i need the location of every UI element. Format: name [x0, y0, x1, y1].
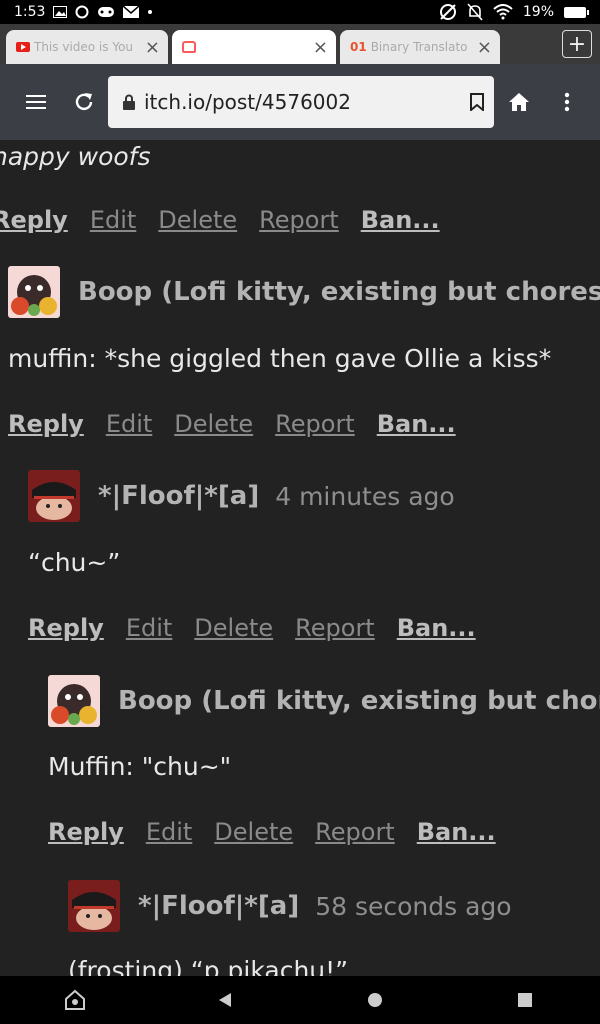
- tab-itch[interactable]: ×: [172, 30, 336, 64]
- reload-icon: [75, 93, 93, 111]
- new-tab-button[interactable]: +: [562, 30, 592, 58]
- reply-link[interactable]: Reply: [8, 410, 84, 438]
- avatar[interactable]: [28, 470, 80, 522]
- report-link[interactable]: Report: [315, 818, 395, 846]
- wifi-icon: [493, 4, 513, 20]
- hamburger-icon: [26, 95, 46, 109]
- comment-text: (frosting) “p pikachu!”: [68, 956, 349, 976]
- comment-header: *|Floof|*[a] 4 minutes ago: [28, 470, 455, 522]
- tab-binary-translator[interactable]: 01 Binary Translato ×: [340, 30, 500, 64]
- itch-icon: [182, 41, 196, 53]
- ban-link[interactable]: Ban...: [377, 410, 456, 438]
- back-button[interactable]: [205, 980, 245, 1020]
- close-icon[interactable]: ×: [470, 37, 492, 58]
- delete-link[interactable]: Delete: [158, 206, 237, 234]
- ban-link[interactable]: Ban...: [397, 614, 476, 642]
- avatar[interactable]: [68, 880, 120, 932]
- ban-link[interactable]: Ban...: [417, 818, 496, 846]
- status-time: 1:53: [14, 4, 46, 20]
- overflow-menu-button[interactable]: [543, 78, 591, 126]
- status-right: 19%: [439, 3, 589, 21]
- status-bar: 1:53 19%: [0, 0, 600, 24]
- reply-link[interactable]: Reply: [0, 206, 68, 234]
- comment-header: Boop (Lofi kitty, existing but chores): [48, 675, 600, 727]
- tab-title: Binary Translato: [370, 40, 468, 54]
- comment-actions: Reply Edit Delete Report Ban...: [8, 410, 456, 438]
- delete-link[interactable]: Delete: [174, 410, 253, 438]
- address-bar[interactable]: itch.io/post/4576002: [108, 76, 494, 128]
- youtube-icon: [16, 42, 30, 52]
- home-icon: [509, 93, 529, 111]
- comment-text: happy woofs: [0, 142, 151, 171]
- report-link[interactable]: Report: [275, 410, 355, 438]
- edit-link[interactable]: Edit: [126, 614, 172, 642]
- home-assistant-icon: [65, 989, 85, 1010]
- report-link[interactable]: Report: [295, 614, 375, 642]
- comment-author[interactable]: Boop (Lofi kitty, existing but chores): [118, 686, 600, 716]
- close-icon[interactable]: ×: [138, 37, 160, 58]
- home-button[interactable]: [495, 78, 543, 126]
- report-link[interactable]: Report: [259, 206, 339, 234]
- avatar[interactable]: [48, 675, 100, 727]
- edit-link[interactable]: Edit: [106, 410, 152, 438]
- url-text: itch.io/post/4576002: [144, 90, 351, 114]
- comment-timestamp[interactable]: 4 minutes ago: [275, 482, 454, 511]
- tab-strip: This video is You × × 01 Binary Translat…: [0, 24, 600, 64]
- data-saver-off-icon: [439, 3, 457, 21]
- page-content: happy woofs Reply Edit Delete Report Ban…: [0, 140, 600, 976]
- comment-actions: Reply Edit Delete Report Ban...: [0, 206, 440, 234]
- comment-actions: Reply Edit Delete Report Ban...: [28, 614, 476, 642]
- comment-actions: Reply Edit Delete Report Ban...: [48, 818, 496, 846]
- ban-link[interactable]: Ban...: [361, 206, 440, 234]
- gamepad-icon: [97, 6, 115, 18]
- recents-button[interactable]: [505, 980, 545, 1020]
- home-nav-button[interactable]: [355, 980, 395, 1020]
- menu-button[interactable]: [12, 78, 60, 126]
- status-left: 1:53: [14, 4, 153, 20]
- comment-timestamp[interactable]: 58 seconds ago: [315, 892, 511, 921]
- gallery-icon: [53, 6, 68, 18]
- delete-link[interactable]: Delete: [194, 614, 273, 642]
- delete-link[interactable]: Delete: [214, 818, 293, 846]
- dot-icon: [147, 9, 153, 15]
- edit-link[interactable]: Edit: [146, 818, 192, 846]
- tab-title: This video is You: [34, 40, 134, 54]
- assistant-button[interactable]: [55, 980, 95, 1020]
- mail-icon: [123, 6, 140, 18]
- screen: 1:53 19% This video is You × × 01 Binary…: [0, 0, 600, 1024]
- comment-author[interactable]: *|Floof|*[a]: [138, 891, 299, 921]
- binary-icon: 01: [350, 40, 367, 54]
- comment-text: muffin: *she giggled then gave Ollie a k…: [8, 344, 552, 373]
- notifications-off-icon: [467, 3, 483, 21]
- tab-youtube[interactable]: This video is You ×: [6, 30, 168, 64]
- circle-notification-icon: [75, 5, 89, 19]
- battery-icon: [564, 6, 589, 18]
- browser-toolbar: itch.io/post/4576002: [0, 64, 600, 140]
- more-vert-icon: [564, 92, 570, 112]
- system-nav-bar: [0, 976, 600, 1024]
- comment-header: *|Floof|*[a] 58 seconds ago: [68, 880, 512, 932]
- reload-button[interactable]: [60, 78, 108, 126]
- bookmark-icon[interactable]: [470, 93, 484, 111]
- battery-percent: 19%: [522, 4, 554, 20]
- comment-text: “chu~”: [28, 548, 121, 577]
- comment-author[interactable]: Boop (Lofi kitty, existing but chores): [78, 277, 600, 307]
- comment-text: Muffin: "chu~": [48, 752, 232, 781]
- back-icon: [219, 993, 231, 1007]
- recents-icon: [518, 993, 532, 1007]
- comment-header: Boop (Lofi kitty, existing but chores): [8, 266, 600, 318]
- comment-author[interactable]: *|Floof|*[a]: [98, 481, 259, 511]
- home-circle-icon: [368, 993, 382, 1007]
- reply-link[interactable]: Reply: [28, 614, 104, 642]
- lock-icon: [123, 94, 135, 110]
- reply-link[interactable]: Reply: [48, 818, 124, 846]
- close-icon[interactable]: ×: [306, 37, 328, 58]
- edit-link[interactable]: Edit: [90, 206, 136, 234]
- avatar[interactable]: [8, 266, 60, 318]
